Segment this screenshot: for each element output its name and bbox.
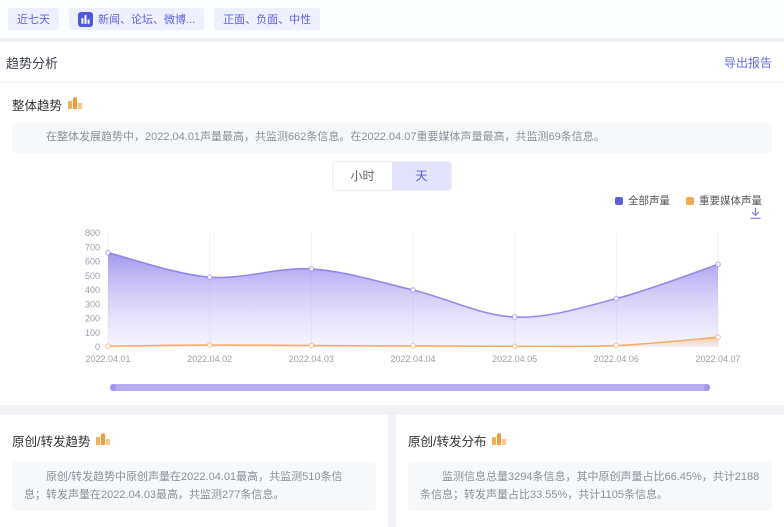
- card-title: 原创/转发分布: [408, 431, 486, 450]
- trend-area-chart[interactable]: 0 100 200 300 400 500 600 700 800 2022.04.01 2022.…: [78, 223, 772, 380]
- granularity-toggle: 小时 天: [332, 161, 452, 191]
- card-title: 原创/转发趋势: [12, 431, 90, 450]
- svg-text:2022.04.02: 2022.04.02: [187, 354, 232, 364]
- svg-text:2022.04.01: 2022.04.01: [85, 354, 130, 364]
- svg-text:2022.04.04: 2022.04.04: [390, 354, 435, 364]
- svg-text:500: 500: [85, 270, 100, 280]
- page-title: 趋势分析: [6, 53, 58, 72]
- bottom-cards-row: 原创/转发趋势 原创/转发趋势中原创声量在2022.04.01最高，共监测510…: [0, 415, 784, 527]
- filter-chip-sources[interactable]: 新闻、论坛、微博...: [69, 8, 204, 30]
- section-title: 整体趋势: [12, 95, 62, 114]
- filter-chip-time-label: 近七天: [17, 11, 50, 27]
- svg-text:100: 100: [85, 327, 100, 337]
- svg-text:600: 600: [85, 256, 100, 266]
- svg-text:200: 200: [85, 313, 100, 323]
- filter-chip-time-range[interactable]: 近七天: [8, 8, 59, 30]
- svg-text:2022.04.07: 2022.04.07: [695, 354, 740, 364]
- podium-icon: [96, 433, 110, 448]
- svg-text:0: 0: [95, 342, 100, 352]
- trend-analysis-card: 趋势分析 导出报告 整体趋势 在整体发展趋势中，2022.04.01声量最高，共…: [0, 42, 784, 405]
- svg-text:400: 400: [85, 285, 100, 295]
- card-header: 趋势分析 导出报告: [0, 42, 784, 83]
- svg-text:2022.04.06: 2022.04.06: [594, 354, 639, 364]
- card-summary-text: 原创/转发趋势中原创声量在2022.04.01最高，共监测510条信息；转发声量…: [12, 462, 376, 511]
- legend-swatch-orange: [686, 197, 694, 205]
- svg-text:2022.04.05: 2022.04.05: [492, 354, 537, 364]
- filter-chip-sentiment[interactable]: 正面、负面、中性: [214, 8, 320, 30]
- svg-text:2022.04.03: 2022.04.03: [289, 354, 334, 364]
- card-original-repost-distribution: 原创/转发分布 监测信息总量3294条信息，其中原创声量占比66.45%，共计2…: [396, 415, 784, 527]
- chart-legend: 全部声量 重要媒体声量: [12, 193, 772, 209]
- filter-chip-sentiment-label: 正面、负面、中性: [223, 11, 311, 27]
- legend-swatch-purple: [615, 197, 623, 205]
- toggle-option-hour[interactable]: 小时: [333, 162, 392, 190]
- bar-chart-icon: [78, 12, 93, 27]
- chart-range-slider[interactable]: [110, 384, 710, 391]
- filter-chip-sources-label: 新闻、论坛、微博...: [98, 11, 195, 27]
- page: 近七天 新闻、论坛、微博... 正面、负面、中性 趋势分析 导出报告: [0, 0, 784, 527]
- toggle-option-day[interactable]: 天: [392, 162, 451, 190]
- svg-text:800: 800: [85, 228, 100, 238]
- legend-item-total-volume[interactable]: 全部声量: [615, 193, 670, 208]
- overall-trend-section: 整体趋势 在整体发展趋势中，2022.04.01声量最高，共监测662条信息。在…: [0, 83, 784, 405]
- card-summary-text: 监测信息总量3294条信息，其中原创声量占比66.45%，共计2188条信息；转…: [408, 462, 772, 511]
- podium-icon: [492, 433, 506, 448]
- overall-summary-text: 在整体发展趋势中，2022.04.01声量最高，共监测662条信息。在2022.…: [12, 122, 772, 153]
- card-original-repost-trend: 原创/转发趋势 原创/转发趋势中原创声量在2022.04.01最高，共监测510…: [0, 415, 388, 527]
- svg-text:700: 700: [85, 242, 100, 252]
- podium-icon: [68, 97, 82, 112]
- svg-text:300: 300: [85, 299, 100, 309]
- export-report-link[interactable]: 导出报告: [724, 54, 772, 71]
- filter-bar: 近七天 新闻、论坛、微博... 正面、负面、中性: [0, 0, 784, 38]
